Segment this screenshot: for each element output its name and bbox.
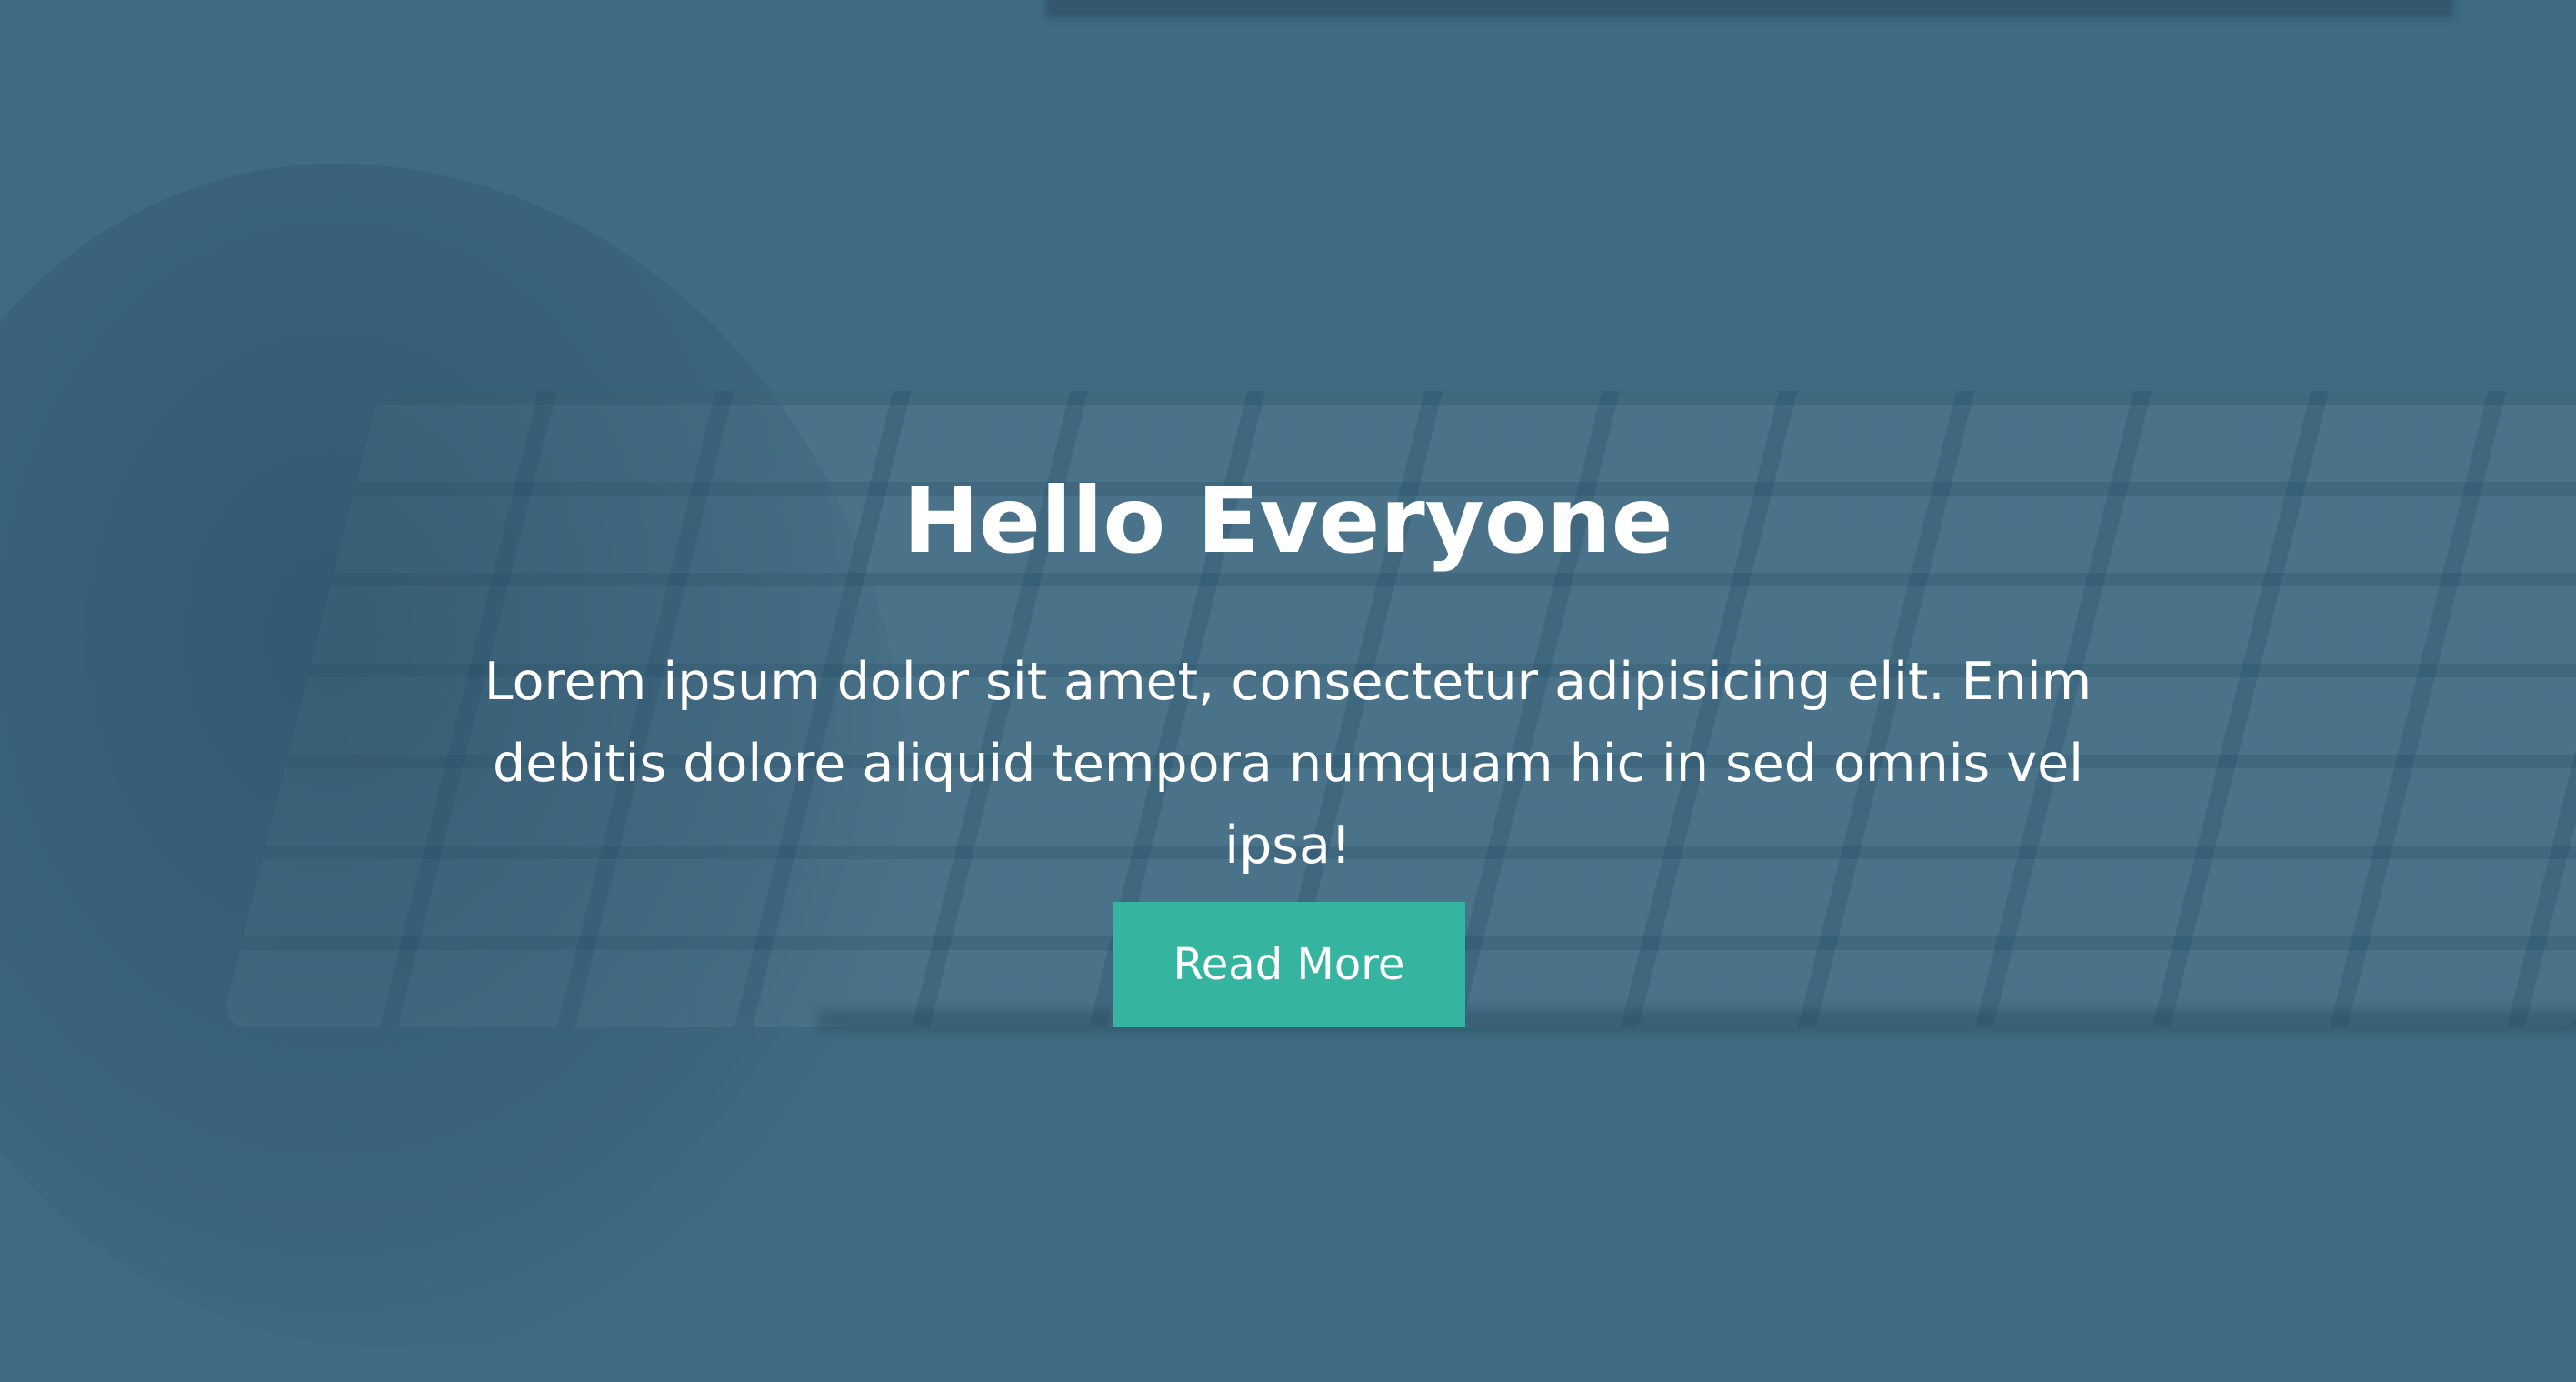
background-keyboard-edge	[818, 1009, 2576, 1031]
hero-title: Hello Everyone	[903, 467, 1673, 574]
read-more-button[interactable]: Read More	[1113, 902, 1465, 1027]
background-monitor-edge	[1045, 0, 2454, 18]
hero-section: Hello Everyone Lorem ipsum dolor sit ame…	[0, 0, 2576, 1382]
hero-description: Lorem ipsum dolor sit amet, consectetur …	[484, 652, 2092, 876]
